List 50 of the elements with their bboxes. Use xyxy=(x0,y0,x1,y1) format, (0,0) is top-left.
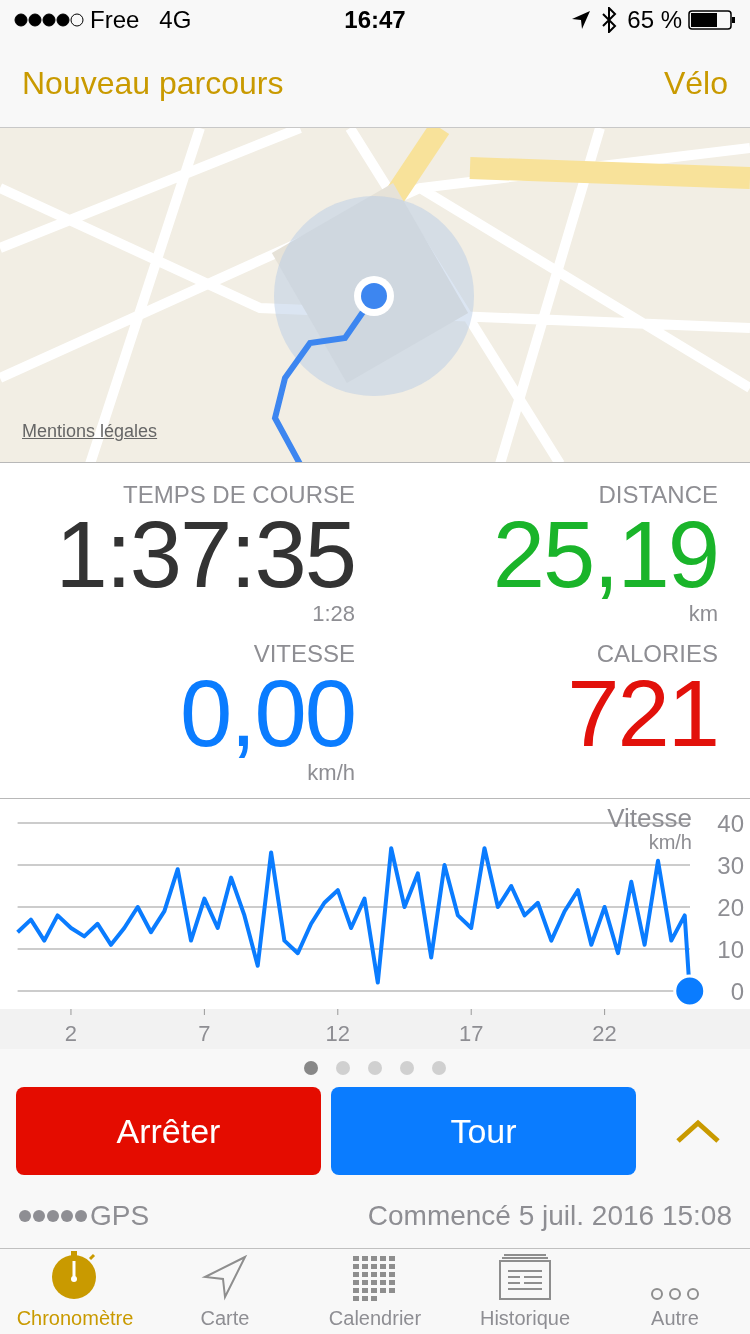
lap-button[interactable]: Tour xyxy=(331,1087,636,1176)
y-tick-label: 20 xyxy=(717,894,744,922)
page-dot[interactable] xyxy=(368,1061,382,1076)
stat-label: VITESSE xyxy=(253,639,355,668)
new-route-button[interactable]: Nouveau parcours xyxy=(22,64,284,102)
page-dot[interactable] xyxy=(432,1061,446,1076)
x-tick-label: 12 xyxy=(325,1021,351,1047)
carrier: Free xyxy=(90,5,140,34)
newspaper-icon xyxy=(498,1253,552,1301)
stat-unit: 1:28 xyxy=(312,601,355,628)
page-dot[interactable] xyxy=(336,1061,350,1076)
battery-icon xyxy=(688,9,736,30)
stat-unit: km/h xyxy=(307,759,355,786)
x-tick-label: 17 xyxy=(458,1021,484,1047)
bluetooth-icon xyxy=(601,6,618,33)
caret-up-icon[interactable] xyxy=(676,1119,720,1144)
stat-label: TEMPS DE COURSE xyxy=(122,481,355,510)
y-tick-label: 10 xyxy=(717,936,744,964)
network-type: 4G xyxy=(159,5,192,34)
x-tick-label: 22 xyxy=(592,1021,617,1047)
legal-link[interactable]: Mentions légales xyxy=(22,421,158,443)
tab-bar-item[interactable]: Historique xyxy=(450,1249,600,1334)
gps-signal-icon xyxy=(18,1208,88,1223)
signal-icon xyxy=(14,12,84,27)
tab-bar-item[interactable]: Calendrier xyxy=(300,1249,450,1334)
page-dot[interactable] xyxy=(304,1061,318,1076)
x-tick-label: 7 xyxy=(198,1021,211,1047)
stat-label: DISTANCE xyxy=(598,481,718,510)
activity-type-button[interactable]: Vélo xyxy=(663,64,728,102)
tab-bar-item[interactable]: Autre xyxy=(600,1249,750,1334)
chart-title: Vitesse xyxy=(607,805,692,832)
y-tick-label: 0 xyxy=(730,978,744,1006)
battery-percent: 65 % xyxy=(627,5,682,34)
y-tick-label: 30 xyxy=(717,852,744,880)
y-tick-label: 40 xyxy=(717,810,744,838)
navigation-arrow-icon xyxy=(201,1253,249,1301)
stop-button[interactable]: Arrêter xyxy=(16,1087,321,1176)
tab-bar-item[interactable]: Chronomètre xyxy=(0,1249,150,1334)
page-dot[interactable] xyxy=(400,1061,414,1076)
calendar-grid-icon xyxy=(352,1255,398,1301)
clock: 16:47 xyxy=(344,5,406,33)
x-tick-label: 2 xyxy=(64,1021,78,1047)
tab-bar-item[interactable]: Carte xyxy=(150,1249,300,1334)
stat-unit: km xyxy=(688,601,718,628)
start-time: Commencé 5 juil. 2016 15:08 xyxy=(367,1199,732,1232)
chart-unit: km/h xyxy=(648,831,692,855)
location-arrow-icon xyxy=(571,9,592,30)
gps-label: GPS xyxy=(90,1199,150,1232)
more-icon xyxy=(650,1287,700,1301)
current-point-marker xyxy=(673,974,707,1008)
